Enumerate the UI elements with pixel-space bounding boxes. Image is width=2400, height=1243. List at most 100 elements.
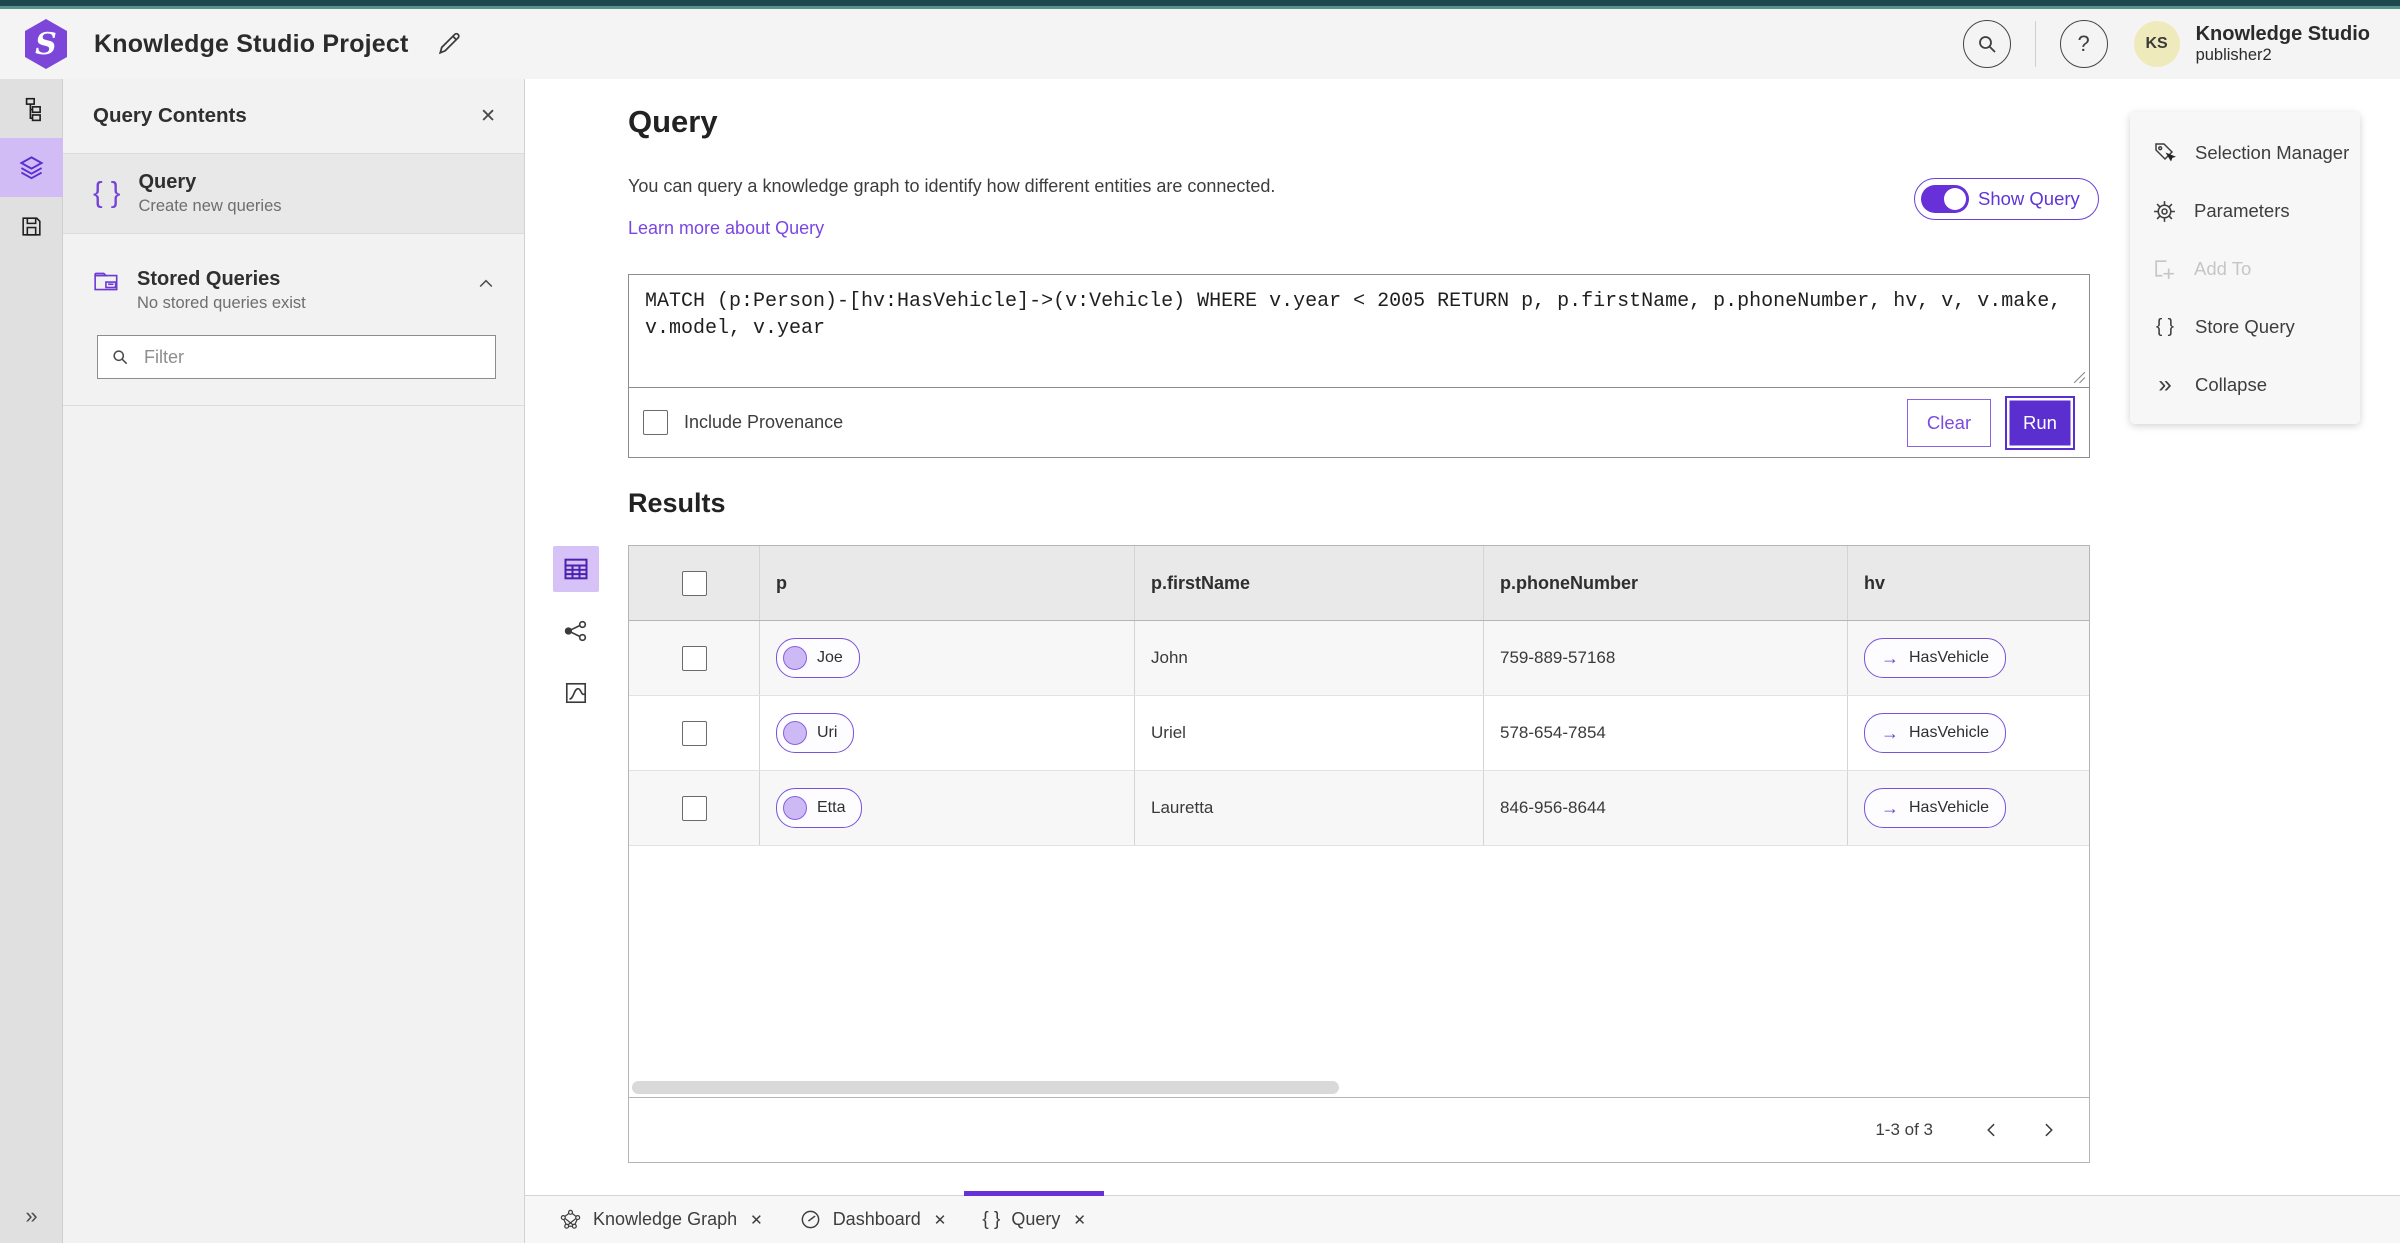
stored-queries-subtitle: No stored queries exist <box>137 294 306 312</box>
table-row: Joe John 759-889-57168 → HasVehicle <box>629 621 2089 696</box>
result-view-switcher <box>553 546 599 716</box>
app-header: S Knowledge Studio Project ? KS Knowledg… <box>0 9 2400 79</box>
show-query-toggle[interactable]: Show Query <box>1914 178 2099 220</box>
chart-view-button[interactable] <box>553 670 599 716</box>
knowledge-graph-icon <box>560 1209 581 1229</box>
tool-label: Selection Manager <box>2195 142 2350 163</box>
app-logo-icon: S <box>25 19 67 69</box>
stored-queries-folder-icon <box>94 272 118 291</box>
edge-label: HasVehicle <box>1909 724 1990 741</box>
chevron-up-icon[interactable] <box>476 274 496 294</box>
entity-node-icon <box>783 721 807 745</box>
column-header-phonenumber: p.phoneNumber <box>1483 546 1847 620</box>
rail-item-schema[interactable] <box>0 79 63 138</box>
table-view-button[interactable] <box>553 546 599 592</box>
arrow-right-icon: → <box>1881 798 1899 818</box>
top-accent-strip <box>0 0 2400 9</box>
entity-pill[interactable]: Etta <box>776 788 863 828</box>
tool-label: Parameters <box>2194 200 2290 221</box>
entity-pill[interactable]: Uri <box>776 713 855 753</box>
braces-icon: { } <box>982 1208 1001 1230</box>
entity-label: Etta <box>817 799 846 816</box>
tool-label: Store Query <box>2195 316 2295 337</box>
user-name: Knowledge Studio <box>2195 23 2370 46</box>
dashboard-gauge-icon <box>801 1210 820 1229</box>
pagination-range: 1-3 of 3 <box>1875 1120 1933 1139</box>
avatar[interactable]: KS <box>2133 21 2180 67</box>
svg-text:S: S <box>35 27 57 62</box>
filter-search-icon <box>113 350 128 365</box>
stored-queries-title: Stored Queries <box>137 268 281 290</box>
arrow-right-icon: → <box>1881 723 1899 743</box>
parameters-button[interactable]: Parameters <box>2130 182 2360 240</box>
rail-item-save[interactable] <box>0 197 63 256</box>
query-input[interactable]: MATCH (p:Person)-[hv:HasVehicle]->(v:Veh… <box>629 275 2089 388</box>
edge-label: HasVehicle <box>1909 799 1990 816</box>
tool-label: Add To <box>2194 258 2252 279</box>
tool-label: Collapse <box>2195 374 2267 395</box>
previous-page-button[interactable] <box>1977 1115 2007 1145</box>
toggle-on-icon[interactable] <box>1921 185 1969 213</box>
collapse-button[interactable]: » Collapse <box>2130 356 2360 414</box>
graph-view-button[interactable] <box>553 608 599 654</box>
filter-input[interactable] <box>142 345 483 369</box>
tab-label: Knowledge Graph <box>593 1209 738 1229</box>
user-role: publisher2 <box>2195 46 2272 65</box>
row-checkbox[interactable] <box>681 795 707 821</box>
include-provenance-checkbox[interactable] <box>643 410 668 435</box>
clear-button[interactable]: Clear <box>1907 398 1991 447</box>
close-tab-icon[interactable]: ✕ <box>934 1211 947 1229</box>
braces-icon: { } <box>93 177 121 209</box>
edge-pill[interactable]: → HasVehicle <box>1864 713 2007 753</box>
chevron-left-icon <box>1987 1123 1995 1137</box>
search-button[interactable] <box>1962 20 2011 68</box>
chevron-right-icon <box>2045 1123 2053 1137</box>
resize-handle-icon[interactable] <box>2073 371 2086 384</box>
column-header-p: p <box>759 546 1134 620</box>
close-tab-icon[interactable]: ✕ <box>750 1211 763 1229</box>
panel-title: Query Contents <box>93 104 247 127</box>
stored-queries-section: Stored Queries No stored queries exist <box>63 254 524 406</box>
row-checkbox[interactable] <box>681 720 707 746</box>
tab-query[interactable]: { } Query ✕ <box>964 1191 1104 1243</box>
arrow-right-icon: → <box>1881 648 1899 668</box>
edge-pill[interactable]: → HasVehicle <box>1864 638 2007 678</box>
column-header-hv: hv <box>1847 546 2089 620</box>
next-page-button[interactable] <box>2033 1115 2063 1145</box>
query-footer: Include Provenance Clear Run <box>629 388 2089 457</box>
row-checkbox[interactable] <box>681 645 707 671</box>
edge-pill[interactable]: → HasVehicle <box>1864 788 2007 828</box>
selection-manager-button[interactable]: Selection Manager <box>2130 124 2360 182</box>
select-all-checkbox[interactable] <box>681 570 707 596</box>
run-button[interactable]: Run <box>2005 395 2075 450</box>
table-icon <box>564 558 588 580</box>
filter-field[interactable] <box>97 335 496 379</box>
selection-manager-icon <box>2155 143 2176 162</box>
edit-title-icon[interactable] <box>435 30 463 58</box>
search-icon <box>1978 36 1996 53</box>
store-query-button[interactable]: { } Store Query <box>2130 298 2360 356</box>
close-panel-icon[interactable]: ✕ <box>480 105 496 128</box>
learn-more-link[interactable]: Learn more about Query <box>628 218 824 239</box>
layers-icon <box>19 156 44 180</box>
sidebar-item-query[interactable]: { } Query Create new queries <box>63 154 524 234</box>
entity-node-icon <box>783 646 807 670</box>
entity-pill[interactable]: Joe <box>776 638 860 678</box>
close-tab-icon[interactable]: ✕ <box>1073 1211 1086 1229</box>
table-footer: 1-3 of 3 <box>629 1097 2089 1162</box>
rail-item-queries[interactable] <box>0 138 63 197</box>
scrollbar-thumb[interactable] <box>632 1081 1339 1094</box>
tab-dashboard[interactable]: Dashboard ✕ <box>781 1196 965 1243</box>
tab-knowledge-graph[interactable]: Knowledge Graph ✕ <box>541 1196 781 1243</box>
show-query-label: Show Query <box>1978 188 2080 209</box>
expand-rail-icon[interactable]: » <box>0 1203 63 1229</box>
help-button[interactable]: ? <box>2059 20 2108 68</box>
horizontal-scrollbar[interactable] <box>630 1079 2088 1096</box>
table-header-row: p p.firstName p.phoneNumber hv <box>629 546 2089 621</box>
query-contents-panel: Query Contents ✕ { } Query Create new qu… <box>63 79 525 1243</box>
sidebar-item-stored-queries[interactable]: Stored Queries No stored queries exist <box>93 268 496 313</box>
query-item-subtitle: Create new queries <box>138 197 282 215</box>
query-description: You can query a knowledge graph to ident… <box>628 176 1276 196</box>
cell-firstname: Lauretta <box>1134 771 1483 845</box>
table-row: Etta Lauretta 846-956-8644 → HasVehicle <box>629 771 2089 846</box>
